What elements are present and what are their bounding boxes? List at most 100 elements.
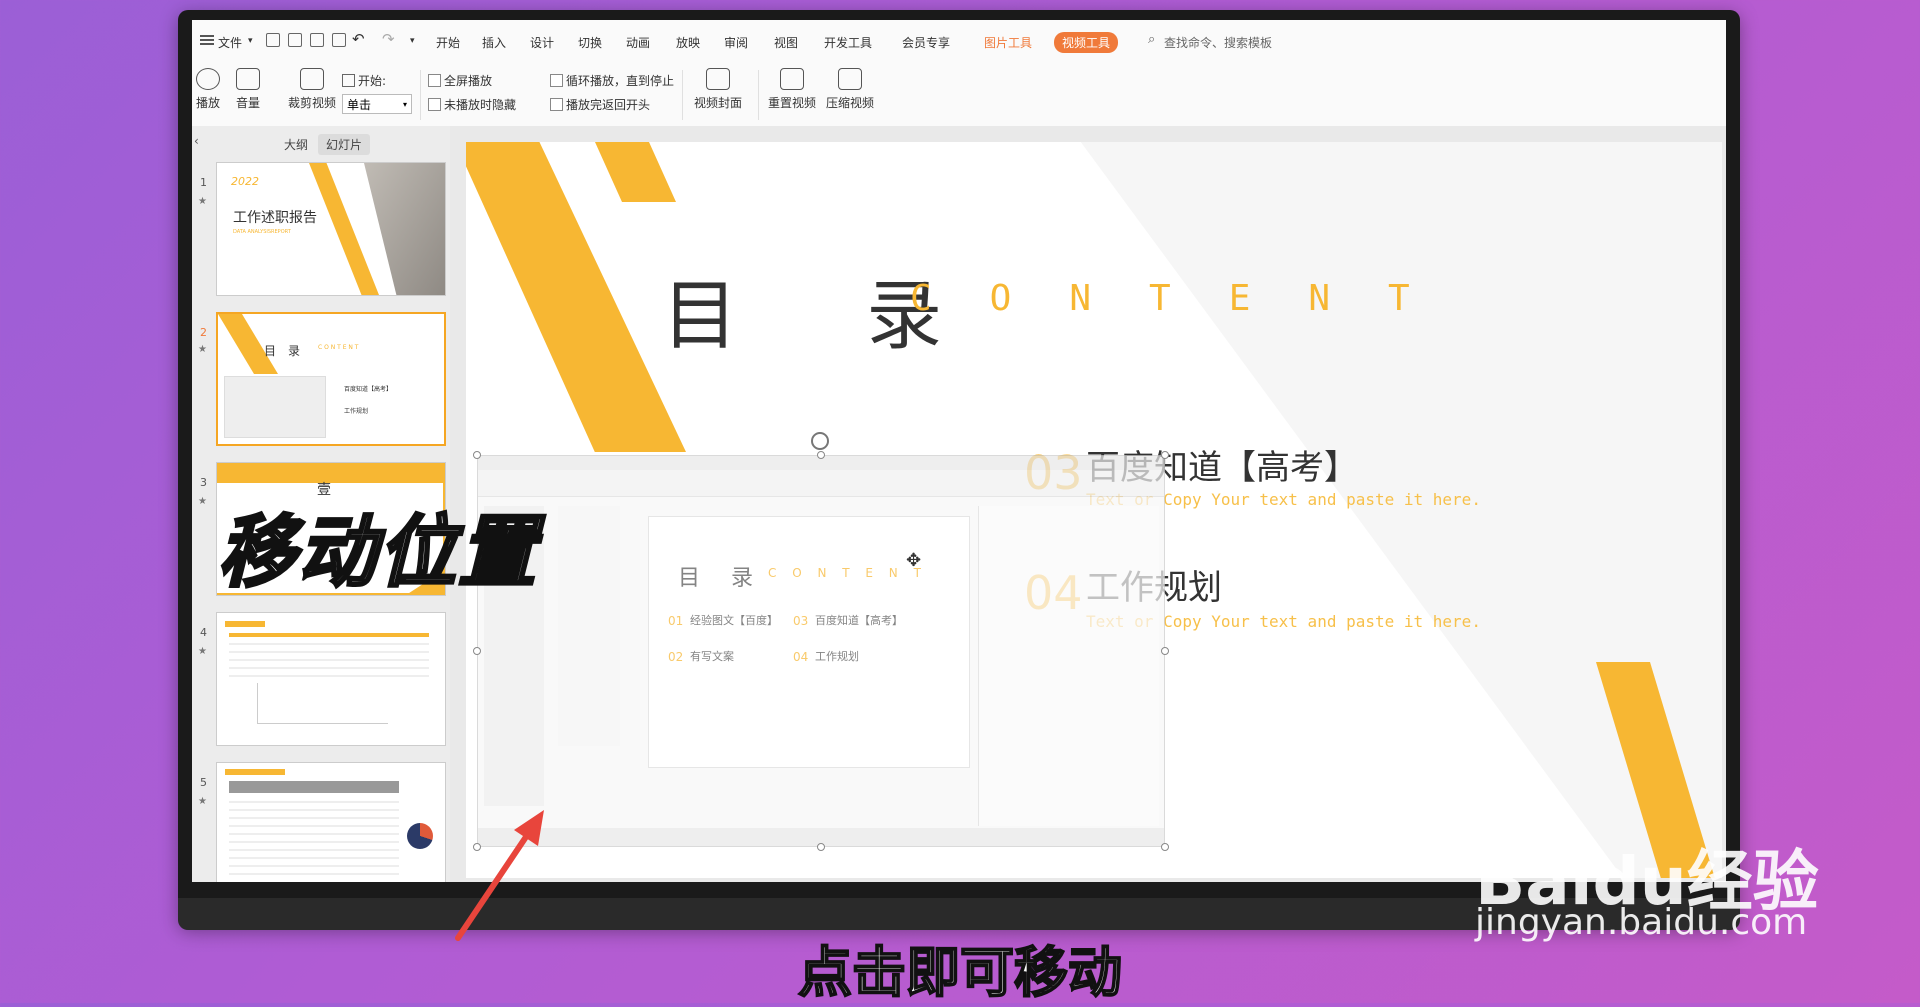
rewind-checkbox[interactable]: 播放完返回开头: [550, 96, 650, 113]
thumbnail-pie: [407, 823, 433, 849]
app-window: 文件 ▾ ↶ ↷ ▾ 开始 插入 设计 切换 动画 放映 审阅 视图 开发工具 …: [192, 20, 1726, 882]
resize-handle[interactable]: [817, 843, 825, 851]
tab-start[interactable]: 开始: [436, 34, 460, 51]
print-icon[interactable]: [310, 33, 324, 47]
slide-number: 3: [200, 476, 207, 489]
loop-label: 循环播放，直到停止: [566, 74, 675, 88]
video-cover-button[interactable]: 视频封面: [694, 68, 742, 111]
embedded-num: 02: [668, 650, 684, 664]
tab-transition[interactable]: 切换: [578, 34, 602, 51]
move-cursor-icon: ✥: [906, 550, 922, 571]
tab-view[interactable]: 视图: [774, 34, 798, 51]
compress-label: 压缩视频: [826, 96, 875, 110]
fullscreen-label: 全屏播放: [444, 74, 493, 88]
resize-handle[interactable]: [1161, 451, 1169, 459]
quick-access-more-icon[interactable]: ▾: [410, 36, 415, 46]
reset-video-button[interactable]: 重置视频: [768, 68, 816, 111]
resize-handle[interactable]: [1161, 843, 1169, 851]
tab-review[interactable]: 审阅: [724, 34, 748, 51]
tab-picture-tools[interactable]: 图片工具: [976, 32, 1040, 53]
slide-thumbnail-2[interactable]: 目 录 C O N T E N T 百度知道【高考】 工作规划: [216, 312, 446, 446]
hide-checkbox[interactable]: 未播放时隐藏: [428, 96, 516, 113]
chevron-down-icon[interactable]: ▾: [248, 36, 253, 46]
rotate-handle-icon[interactable]: [811, 432, 829, 450]
tab-slides[interactable]: 幻灯片: [318, 134, 371, 155]
resize-handle[interactable]: [473, 647, 481, 655]
save-icon[interactable]: [266, 33, 280, 47]
embedded-num: 01: [668, 614, 684, 628]
compress-video-button[interactable]: 压缩视频: [826, 68, 874, 111]
tab-member[interactable]: 会员专享: [902, 34, 950, 51]
checkbox-icon: [428, 98, 441, 111]
ribbon-tab-bar: 文件 ▾ ↶ ↷ ▾ 开始 插入 设计 切换 动画 放映 审阅 视图 开发工具 …: [192, 20, 1726, 64]
embedded-title: 目 录: [678, 566, 765, 591]
separator: [682, 70, 683, 120]
compress-icon: [838, 68, 862, 90]
slide-thumbnail-4[interactable]: [216, 612, 446, 746]
volume-button[interactable]: 音量: [236, 68, 260, 111]
embedded-subtitle: C O N T E N T: [768, 566, 927, 580]
embedded-num: 03: [793, 614, 809, 628]
animation-star-icon: ★: [198, 344, 207, 355]
command-search[interactable]: 查找命令、搜索模板: [1164, 34, 1272, 51]
chevron-down-icon: ▾: [402, 100, 407, 109]
play-icon: [196, 68, 220, 90]
tab-outline[interactable]: 大纲: [276, 134, 316, 155]
thumbnail-subtitle: C O N T E N T: [318, 344, 359, 351]
search-icon[interactable]: ⌕: [1148, 32, 1155, 47]
fullscreen-checkbox[interactable]: 全屏播放: [428, 72, 492, 89]
tab-design[interactable]: 设计: [530, 34, 554, 51]
slide-number: 4: [200, 626, 207, 639]
slide-thumbnail-5[interactable]: [216, 762, 446, 882]
play-button[interactable]: 播放: [196, 68, 220, 111]
separator: [758, 70, 759, 120]
inserted-screenshot[interactable]: 目 录 C O N T E N T 01 经验图文【百度】 03 百度知道【高考…: [477, 455, 1165, 847]
resize-handle[interactable]: [473, 451, 481, 459]
slide-number: 5: [200, 776, 207, 789]
animation-star-icon: ★: [198, 196, 207, 207]
trim-label: 裁剪视频: [288, 96, 337, 110]
checkbox-icon: [428, 74, 441, 87]
resize-handle[interactable]: [817, 451, 825, 459]
hide-label: 未播放时隐藏: [444, 98, 517, 112]
cover-label: 视频封面: [694, 96, 743, 110]
undo-icon[interactable]: ↶: [352, 30, 365, 48]
thumbnail-table: [229, 633, 429, 677]
tab-animation[interactable]: 动画: [626, 34, 650, 51]
tab-slideshow[interactable]: 放映: [676, 34, 700, 51]
loop-checkbox[interactable]: 循环播放，直到停止: [550, 72, 674, 89]
collapse-pane-icon[interactable]: ‹: [194, 134, 199, 148]
thumbnail-item: 工作规划: [344, 408, 369, 415]
animation-star-icon: ★: [198, 646, 207, 657]
embedded-num: 04: [793, 650, 809, 664]
slide-thumbnail-1[interactable]: 2022 工作述职报告 DATA ANALYSISREPORT: [216, 162, 446, 296]
thumbnail-header-bar: [225, 621, 265, 627]
trim-icon: [300, 68, 324, 90]
reset-icon: [780, 68, 804, 90]
accent-stripe-small: [586, 142, 676, 202]
embedded-item: 百度知道【高考】: [815, 614, 903, 627]
animation-star-icon: ★: [198, 796, 207, 807]
rewind-label: 播放完返回开头: [566, 98, 651, 112]
video-caption: 点击即可移动: [797, 940, 1123, 1005]
redo-icon[interactable]: ↷: [382, 30, 395, 48]
tab-developer[interactable]: 开发工具: [824, 34, 872, 51]
menu-icon[interactable]: [200, 35, 214, 37]
cover-icon: [706, 68, 730, 90]
tab-insert[interactable]: 插入: [482, 34, 506, 51]
embedded-ribbon: [478, 470, 1164, 497]
start-select-value: 单击: [347, 98, 372, 112]
start-icon: [342, 74, 355, 87]
resize-handle[interactable]: [1161, 647, 1169, 655]
embedded-side-panel: [978, 506, 1159, 826]
play-label: 播放: [196, 96, 221, 110]
tab-video-tools[interactable]: 视频工具: [1054, 32, 1119, 53]
thumbnail-subtitle: DATA ANALYSISREPORT: [233, 229, 291, 235]
slide-number: 1: [200, 176, 207, 189]
export-icon[interactable]: [288, 33, 302, 47]
preview-icon[interactable]: [332, 33, 346, 47]
animation-star-icon: ★: [198, 496, 207, 507]
trim-video-button[interactable]: 裁剪视频: [288, 68, 336, 111]
start-select[interactable]: 单击 ▾: [342, 94, 412, 114]
file-menu[interactable]: 文件: [218, 34, 242, 51]
